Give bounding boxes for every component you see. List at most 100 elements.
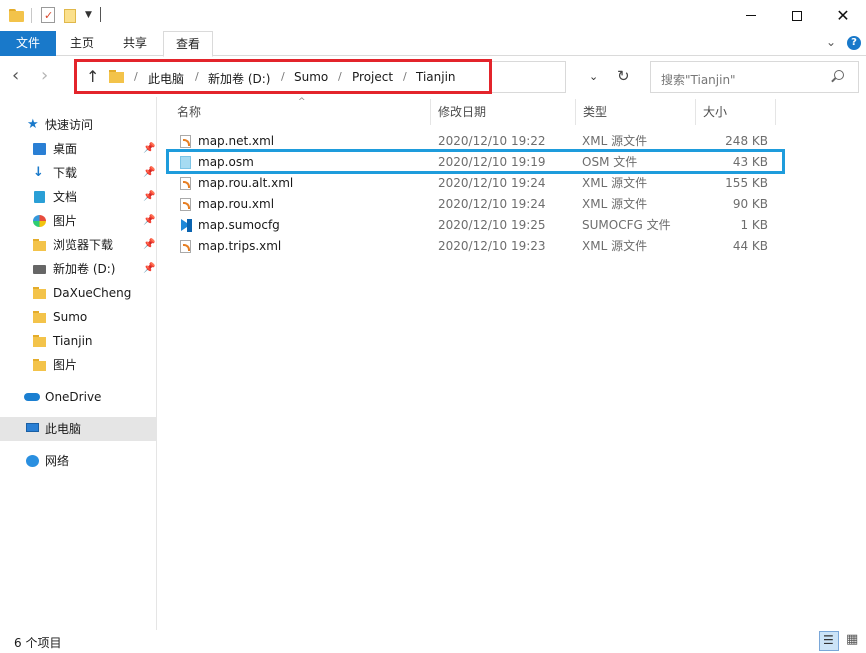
sidebar-item-pictures-folder[interactable]: 图片 <box>0 353 156 377</box>
xml-file-icon <box>180 177 191 190</box>
maximize-button[interactable] <box>774 0 820 31</box>
minimize-button[interactable] <box>728 0 774 31</box>
file-type: XML 源文件 <box>582 197 648 211</box>
sidebar-item-label: 图片 <box>53 358 78 372</box>
breadcrumb-tianjin[interactable]: Tianjin <box>416 70 456 84</box>
minimize-icon <box>746 15 756 16</box>
breadcrumb-separator: / <box>195 70 199 83</box>
sidebar-item-desktop[interactable]: 桌面 📌 <box>0 137 156 161</box>
column-header-date[interactable]: 修改日期 <box>438 99 486 125</box>
properties-icon[interactable]: ✓ <box>41 7 55 23</box>
close-icon: ✕ <box>836 6 850 25</box>
file-size: 44 KB <box>732 239 768 253</box>
sidebar-item-drive-d[interactable]: 新加卷 (D:) 📌 <box>0 257 156 281</box>
sidebar-item-label: 图片 <box>53 214 78 228</box>
sidebar-item-tianjin[interactable]: Tianjin <box>0 329 156 353</box>
navigation-pane[interactable]: ★ 快速访问 桌面 📌 ↓ 下载 📌 文档 📌 图片 📌 浏览器下载 📌 新加卷… <box>0 97 157 630</box>
breadcrumb-sumo[interactable]: Sumo <box>294 70 328 84</box>
file-name: map.rou.xml <box>198 197 275 211</box>
folder-icon <box>9 8 25 22</box>
pin-icon: 📌 <box>143 167 156 178</box>
help-icon[interactable]: ? <box>847 36 861 50</box>
breadcrumb-this-pc[interactable]: 此电脑 <box>148 70 184 87</box>
folder-icon <box>33 311 46 323</box>
close-button[interactable]: ✕ <box>820 0 866 31</box>
file-name: map.rou.alt.xml <box>198 176 294 190</box>
sidebar-item-label: 此电脑 <box>45 422 82 436</box>
new-folder-icon[interactable] <box>64 8 80 23</box>
breadcrumb-project[interactable]: Project <box>352 70 393 84</box>
column-header-name[interactable]: 名称 <box>177 99 201 125</box>
sidebar-item-label: 网络 <box>45 454 70 468</box>
tab-file[interactable]: 文件 <box>0 31 56 56</box>
sidebar-item-label: 文档 <box>53 190 78 204</box>
folder-icon <box>33 287 46 299</box>
large-icons-view-button[interactable] <box>843 631 863 651</box>
sidebar-item-label: Tianjin <box>53 334 93 348</box>
sidebar-item-documents[interactable]: 文档 📌 <box>0 185 156 209</box>
folder-icon <box>33 335 46 347</box>
column-divider[interactable] <box>430 99 431 125</box>
sidebar-item-onedrive[interactable]: OneDrive <box>0 385 156 409</box>
tab-view[interactable]: 查看 <box>163 31 213 57</box>
sidebar-item-quick-access[interactable]: ★ 快速访问 <box>0 113 156 137</box>
search-placeholder: 搜索"Tianjin" <box>661 73 736 87</box>
pin-icon: 📌 <box>143 191 156 202</box>
star-icon: ★ <box>27 117 39 132</box>
forward-arrow-icon[interactable]: › <box>41 67 48 85</box>
sidebar-item-label: OneDrive <box>45 390 102 404</box>
desktop-icon <box>33 143 46 155</box>
back-arrow-icon[interactable]: ‹ <box>12 67 19 85</box>
column-divider[interactable] <box>575 99 576 125</box>
table-row[interactable]: map.sumocfg 2020/12/10 19:25 SUMOCFG 文件 … <box>166 215 786 236</box>
sidebar-item-sumo[interactable]: Sumo <box>0 305 156 329</box>
folder-icon <box>33 239 46 251</box>
up-arrow-icon[interactable]: ↑ <box>86 67 99 86</box>
network-icon <box>26 455 39 467</box>
column-divider[interactable] <box>775 99 776 125</box>
file-date: 2020/12/10 19:24 <box>438 197 546 211</box>
column-header-type[interactable]: 类型 <box>583 99 607 125</box>
sidebar-item-label: 浏览器下载 <box>53 238 114 252</box>
pictures-icon <box>33 215 46 227</box>
sidebar-item-label: 快速访问 <box>45 118 94 132</box>
breadcrumb-separator: / <box>403 70 407 83</box>
sort-ascending-icon: ^ <box>298 97 306 107</box>
table-row[interactable]: map.rou.xml 2020/12/10 19:24 XML 源文件 90 … <box>166 194 786 215</box>
breadcrumb-drive-d[interactable]: 新加卷 (D:) <box>208 70 270 87</box>
file-size: 1 KB <box>740 218 768 232</box>
sidebar-item-network[interactable]: 网络 <box>0 449 156 473</box>
file-date: 2020/12/10 19:25 <box>438 218 546 232</box>
tab-home[interactable]: 主页 <box>61 31 103 56</box>
expand-ribbon-chevron-icon[interactable]: ⌄ <box>826 35 836 49</box>
table-row[interactable]: map.trips.xml 2020/12/10 19:23 XML 源文件 4… <box>166 236 786 257</box>
sidebar-item-browser-downloads[interactable]: 浏览器下载 📌 <box>0 233 156 257</box>
breadcrumb-separator: / <box>281 70 285 83</box>
address-history-chevron-down-icon[interactable]: ⌄ <box>589 70 598 83</box>
sidebar-item-label: 下载 <box>53 166 78 180</box>
folder-icon <box>33 359 46 371</box>
vscode-file-icon <box>180 219 192 232</box>
quick-access-dropdown-icon[interactable]: ▼ <box>85 10 92 20</box>
refresh-icon[interactable]: ↻ <box>617 67 630 85</box>
file-date: 2020/12/10 19:24 <box>438 176 546 190</box>
table-row[interactable]: map.rou.alt.xml 2020/12/10 19:24 XML 源文件… <box>166 173 786 194</box>
search-icon[interactable] <box>834 70 844 80</box>
tab-share[interactable]: 共享 <box>114 31 156 56</box>
file-date: 2020/12/10 19:23 <box>438 239 546 253</box>
sidebar-item-this-pc[interactable]: 此电脑 <box>0 417 156 441</box>
quick-access-divider <box>100 7 101 22</box>
column-divider[interactable] <box>695 99 696 125</box>
computer-icon <box>26 423 39 432</box>
pin-icon: 📌 <box>143 263 156 274</box>
folder-icon <box>109 70 125 83</box>
sidebar-item-downloads[interactable]: ↓ 下载 📌 <box>0 161 156 185</box>
column-header-size[interactable]: 大小 <box>703 99 727 125</box>
sidebar-item-daxuecheng[interactable]: DaXueCheng <box>0 281 156 305</box>
file-type: SUMOCFG 文件 <box>582 218 671 232</box>
breadcrumb-separator: / <box>134 70 138 83</box>
sidebar-item-pictures[interactable]: 图片 📌 <box>0 209 156 233</box>
details-view-button[interactable] <box>819 631 839 651</box>
maximize-icon <box>792 10 802 21</box>
ribbon-tabs: 文件 主页 共享 查看 ⌄ ? <box>0 31 866 57</box>
